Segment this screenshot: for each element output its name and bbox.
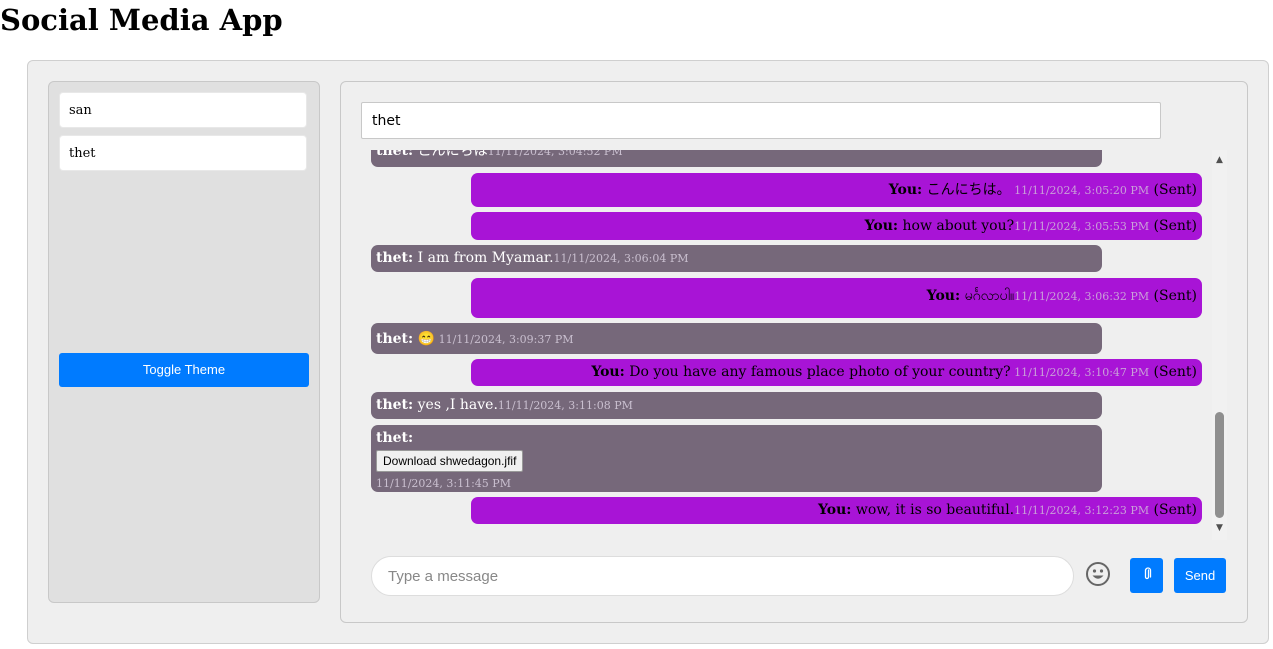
message-item: thet: こんにちは11/11/2024, 3:04:52 PM xyxy=(371,150,1102,167)
attach-file-button[interactable] xyxy=(1130,558,1163,593)
message-status: (Sent) xyxy=(1149,288,1197,304)
message-list[interactable]: thet: こんにちは11/11/2024, 3:04:52 PM You: こ… xyxy=(361,150,1211,540)
message-item: thet: 😁 11/11/2024, 3:09:37 PM xyxy=(371,323,1102,354)
message-timestamp: 11/11/2024, 3:05:20 PM xyxy=(1010,184,1150,197)
message-sender: thet: xyxy=(376,250,414,266)
message-timestamp: 11/11/2024, 3:11:45 PM xyxy=(376,477,511,490)
message-status: (Sent) xyxy=(1149,364,1197,380)
message-sender: thet: xyxy=(376,430,414,446)
download-attachment-button[interactable]: Download shwedagon.jfif xyxy=(376,450,524,472)
message-sender: You: xyxy=(864,218,899,234)
message-text: こんにちは xyxy=(413,150,488,159)
message-timestamp: 11/11/2024, 3:04:52 PM xyxy=(487,150,623,158)
message-item: You: Do you have any famous place photo … xyxy=(471,359,1202,386)
message-list-scrollbar[interactable]: ▲ ▼ xyxy=(1212,150,1227,540)
message-sender: You: xyxy=(926,288,961,304)
message-item: You: မင်္ဂလာပါ။11/11/2024, 3:06:32 PM (S… xyxy=(471,278,1202,318)
message-item: thet: I am from Myamar.11/11/2024, 3:06:… xyxy=(371,245,1102,272)
chat-contact-header: thet xyxy=(361,102,1161,139)
contact-item-thet[interactable]: thet xyxy=(59,135,307,171)
message-timestamp: 11/11/2024, 3:12:23 PM xyxy=(1014,504,1150,517)
scroll-down-arrow-icon[interactable]: ▼ xyxy=(1212,521,1227,536)
message-text: yes ,I have. xyxy=(413,397,498,413)
message-status: (Sent) xyxy=(1149,218,1197,234)
message-sender: thet: xyxy=(376,150,414,159)
message-item: thet: yes ,I have.11/11/2024, 3:11:08 PM xyxy=(371,392,1102,419)
message-status: (Sent) xyxy=(1149,182,1197,198)
message-item: You: こんにちは。 11/11/2024, 3:05:20 PM (Sent… xyxy=(471,173,1202,207)
message-text: Do you have any famous place photo of yo… xyxy=(624,364,1011,380)
message-sender: You: xyxy=(888,182,923,198)
app-title: Social Media App xyxy=(0,3,283,37)
message-text: I am from Myamar. xyxy=(413,250,554,266)
message-text: မင်္ဂလာပါ။ xyxy=(960,288,1015,304)
message-sender: thet: xyxy=(376,397,414,413)
paperclip-icon xyxy=(1142,566,1152,585)
message-timestamp: 11/11/2024, 3:09:37 PM xyxy=(435,333,574,346)
scrollbar-thumb[interactable] xyxy=(1215,412,1224,518)
message-sender: You: xyxy=(591,364,625,380)
message-timestamp: 11/11/2024, 3:11:08 PM xyxy=(497,399,633,412)
toggle-theme-button[interactable]: Toggle Theme xyxy=(59,353,309,387)
message-input[interactable] xyxy=(371,556,1074,596)
message-sender: thet: xyxy=(376,331,414,347)
message-text: wow, it is so beautiful. xyxy=(851,502,1015,518)
message-sender: You: xyxy=(818,502,852,518)
smiley-face-icon[interactable] xyxy=(1085,561,1111,587)
message-timestamp: 11/11/2024, 3:06:32 PM xyxy=(1014,290,1150,303)
message-item: You: how about you?11/11/2024, 3:05:53 P… xyxy=(471,212,1202,240)
message-timestamp: 11/11/2024, 3:06:04 PM xyxy=(553,252,689,265)
contact-item-san[interactable]: san xyxy=(59,92,307,128)
message-text: こんにちは。 xyxy=(922,182,1011,198)
message-item: thet: Download shwedagon.jfif 11/11/2024… xyxy=(371,425,1102,492)
message-timestamp: 11/11/2024, 3:10:47 PM xyxy=(1010,366,1150,379)
send-button[interactable]: Send xyxy=(1174,558,1226,593)
message-item: You: wow, it is so beautiful.11/11/2024,… xyxy=(471,497,1202,524)
message-timestamp: 11/11/2024, 3:05:53 PM xyxy=(1014,220,1150,233)
message-status: (Sent) xyxy=(1149,502,1197,518)
message-text: 😁 xyxy=(413,331,436,347)
scroll-up-arrow-icon[interactable]: ▲ xyxy=(1212,153,1227,168)
message-text: how about you? xyxy=(898,218,1015,234)
